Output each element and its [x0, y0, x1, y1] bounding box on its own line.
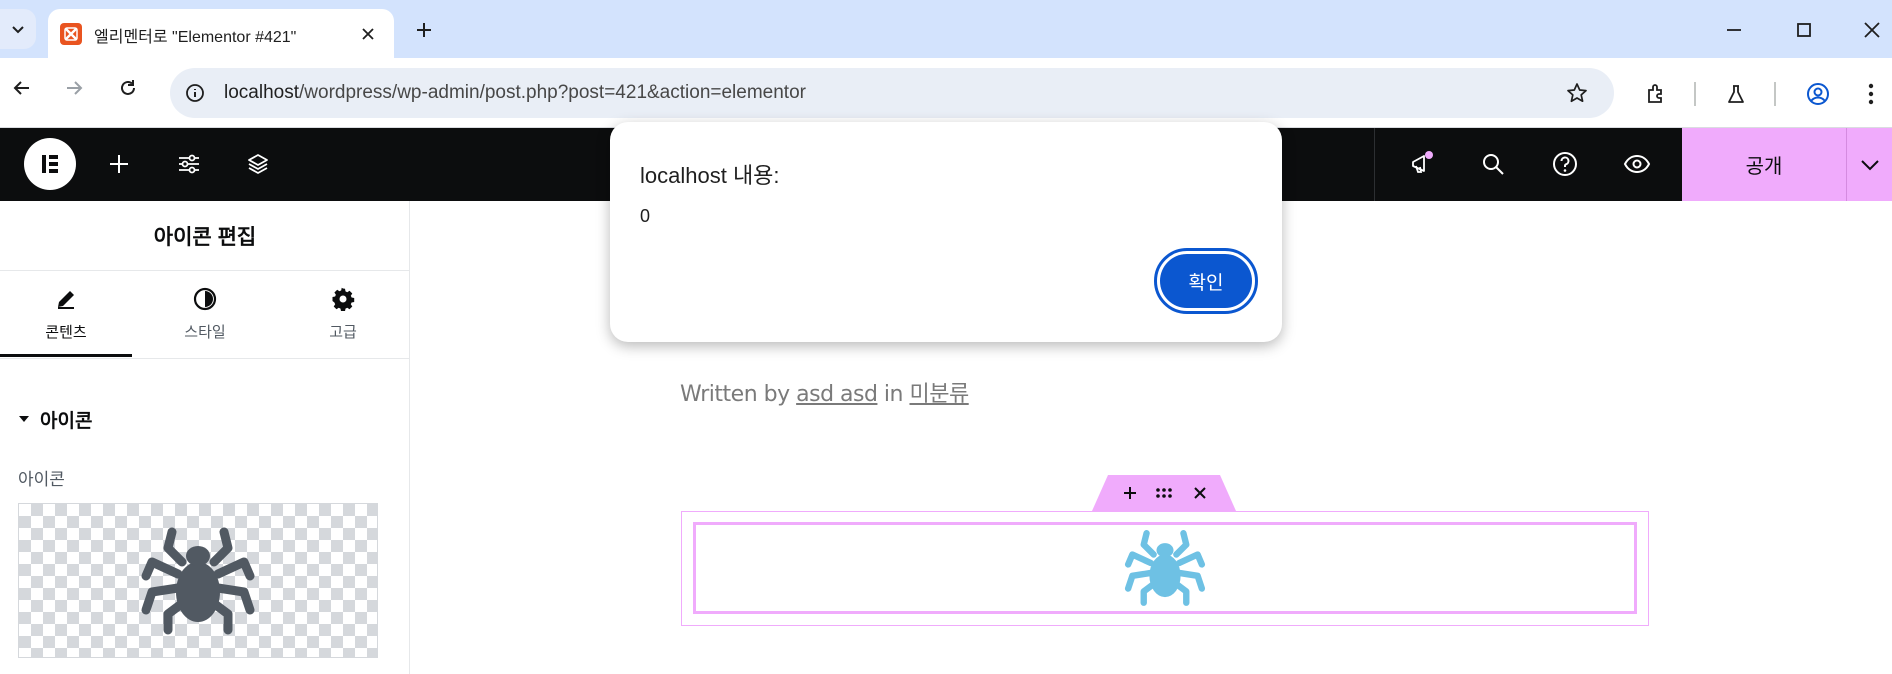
- post-byline: Written by asd asd in 미분류: [680, 376, 969, 408]
- panel-title: 아이콘 편집: [0, 201, 410, 271]
- category-link[interactable]: 미분류: [909, 382, 969, 407]
- forward-icon[interactable]: [56, 70, 92, 106]
- elementor-logo-button[interactable]: [24, 138, 76, 190]
- url-path: /wordpress/wp-admin/post.php?post=421&ac…: [299, 82, 806, 103]
- new-tab-icon[interactable]: [408, 14, 440, 46]
- structure-layers-icon[interactable]: [238, 144, 278, 184]
- editor-panel: 아이콘 편집 콘텐츠 스타일 고급 아이콘 아이콘: [0, 201, 410, 674]
- site-settings-icon[interactable]: [169, 144, 209, 184]
- add-section-icon[interactable]: [1118, 481, 1142, 505]
- back-icon[interactable]: [4, 70, 40, 106]
- tab-advanced[interactable]: 고급: [278, 271, 408, 357]
- profile-icon[interactable]: [1800, 78, 1836, 110]
- extensions-icon[interactable]: [1638, 78, 1674, 110]
- delete-section-icon[interactable]: [1188, 481, 1212, 505]
- header-divider: [1374, 128, 1375, 201]
- ok-button[interactable]: 확인: [1160, 254, 1252, 308]
- section-handle[interactable]: [1092, 475, 1236, 511]
- pencil-icon: [50, 285, 82, 313]
- maximize-icon[interactable]: [1786, 14, 1822, 46]
- gear-icon: [327, 285, 359, 313]
- tabs-divider: [0, 358, 410, 359]
- elementor-logo-icon: [42, 155, 58, 173]
- dialog-message: 0: [640, 206, 651, 226]
- author-link[interactable]: asd asd: [796, 382, 878, 407]
- byline-prefix: Written by: [680, 382, 797, 407]
- alert-dialog: localhost 내용: 0 확인: [610, 122, 1282, 342]
- contrast-icon: [189, 285, 221, 313]
- spider-icon: [141, 527, 255, 634]
- elementor-favicon: [60, 23, 82, 45]
- tab-advanced-label: 고급: [329, 324, 357, 341]
- spider-icon: [1124, 530, 1206, 606]
- section-title: 아이콘: [40, 410, 93, 432]
- bookmark-star-icon[interactable]: [1562, 78, 1592, 108]
- tab-search-icon[interactable]: [0, 9, 36, 49]
- drag-handle-icon[interactable]: [1152, 481, 1176, 505]
- tab-title: 엘리멘터로 "Elementor #421": [94, 29, 297, 45]
- caret-down-icon: [19, 416, 29, 422]
- preview-eye-icon[interactable]: [1617, 144, 1657, 184]
- address-bar[interactable]: localhost/wordpress/wp-admin/post.php?po…: [170, 68, 1614, 118]
- reload-icon[interactable]: [110, 70, 146, 106]
- close-window-icon[interactable]: [1854, 14, 1890, 46]
- labs-icon[interactable]: [1718, 78, 1754, 110]
- site-info-icon[interactable]: [180, 78, 210, 108]
- ok-button-focus-ring: 확인: [1154, 248, 1258, 314]
- menu-dots-icon[interactable]: [1856, 78, 1886, 110]
- url-host: localhost: [224, 82, 299, 103]
- dialog-title: localhost 내용:: [640, 163, 780, 188]
- search-icon[interactable]: [1473, 144, 1513, 184]
- browser-tab-strip: 엘리멘터로 "Elementor #421": [0, 0, 1892, 58]
- icon-field-label: 아이콘: [18, 470, 65, 489]
- byline-in: in: [877, 382, 910, 407]
- add-element-icon[interactable]: [99, 144, 139, 184]
- minimize-icon[interactable]: [1716, 14, 1752, 46]
- toolbar-divider: [1694, 82, 1696, 106]
- tab-style-label: 스타일: [184, 324, 226, 341]
- help-icon[interactable]: [1545, 144, 1585, 184]
- tab-style[interactable]: 스타일: [140, 271, 270, 357]
- publish-options-chevron-icon[interactable]: [1846, 128, 1892, 201]
- icon-widget[interactable]: [693, 522, 1637, 614]
- icon-preview-picker[interactable]: [18, 503, 378, 658]
- toolbar-divider: [1774, 82, 1776, 106]
- close-tab-icon[interactable]: [356, 22, 380, 46]
- browser-tab[interactable]: 엘리멘터로 "Elementor #421": [48, 9, 394, 58]
- whats-new-megaphone-icon[interactable]: [1402, 144, 1442, 184]
- tab-content[interactable]: 콘텐츠: [0, 271, 132, 357]
- tab-content-label: 콘텐츠: [45, 324, 87, 341]
- publish-button[interactable]: 공개: [1682, 128, 1846, 201]
- url-text: localhost/wordpress/wp-admin/post.php?po…: [224, 82, 806, 104]
- section-toggle[interactable]: 아이콘: [18, 407, 93, 432]
